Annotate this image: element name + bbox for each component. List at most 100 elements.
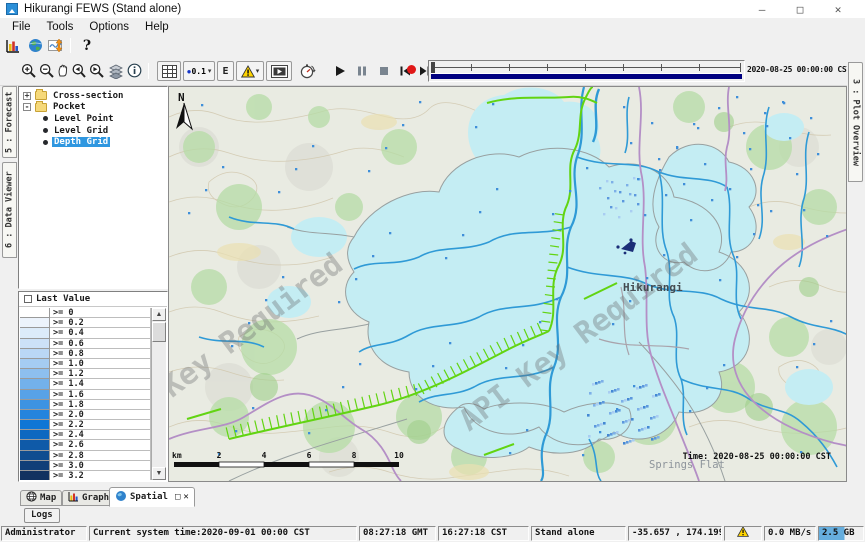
bar-chart-icon <box>68 491 79 505</box>
status-user: Administrator <box>1 526 87 541</box>
record-button[interactable] <box>404 62 418 77</box>
menu-tools[interactable]: Tools <box>39 20 82 34</box>
legend-color-swatch <box>20 328 50 338</box>
legend-color-swatch <box>20 379 50 389</box>
legend-label: >= 1.6 <box>50 390 151 400</box>
legend-color-swatch <box>20 308 50 318</box>
status-transfer-rate: 0.0 MB/s <box>764 526 816 541</box>
app-window: Hikurangi FEWS (Stand alone) — □ ✕ File … <box>0 0 865 542</box>
expand-icon[interactable]: + <box>23 92 31 100</box>
last-value-checkbox[interactable] <box>24 295 32 303</box>
scroll-thumb[interactable] <box>152 322 166 342</box>
selected-tree-label: Depth Grid <box>52 137 110 147</box>
tab-close-icon[interactable]: ✕ <box>183 492 188 502</box>
close-button[interactable]: ✕ <box>819 0 857 18</box>
animation-movie-button[interactable] <box>266 61 292 81</box>
layers-icon[interactable] <box>107 62 124 79</box>
scroll-down-icon[interactable]: ▼ <box>152 467 166 480</box>
warning-dropdown[interactable]: ▾ <box>236 61 264 81</box>
timeline-tick <box>471 64 472 71</box>
svg-text:km: km <box>172 451 182 460</box>
menu-file[interactable]: File <box>4 20 39 34</box>
legend-row: >= 2.0 <box>20 410 151 420</box>
zoom-out-icon[interactable] <box>38 62 55 79</box>
tree-item-level-point[interactable]: Level Point <box>19 113 167 125</box>
legend-color-swatch <box>20 318 50 328</box>
collapse-icon[interactable]: - <box>23 103 31 111</box>
right-tab-strip: 3 : Plot Overview <box>847 56 865 482</box>
legend-scrollbar[interactable]: ▲ ▼ <box>151 308 166 480</box>
legend-label: >= 3.2 <box>50 471 151 480</box>
scroll-up-icon[interactable]: ▲ <box>152 308 166 321</box>
legend-color-swatch <box>20 440 50 450</box>
legend-color-swatch <box>20 461 50 471</box>
map-canvas[interactable]: API Key Required API Key Required Hikura… <box>169 87 847 481</box>
timeline-tick <box>509 64 510 71</box>
menu-options[interactable]: Options <box>81 20 137 34</box>
tab-forecast[interactable]: 5 : Forecast <box>2 86 17 158</box>
legend-row: >= 2.4 <box>20 430 151 440</box>
menu-bar: File Tools Options Help <box>0 18 865 35</box>
tree-item-pocket[interactable]: - Pocket <box>19 102 167 114</box>
legend-color-swatch <box>20 339 50 349</box>
bottom-tab-bar: Map Graph Spatial □ ✕ <box>0 482 865 508</box>
legend-label: >= 1.0 <box>50 359 151 369</box>
legend-color-swatch <box>20 349 50 359</box>
maximize-button[interactable]: □ <box>781 0 819 18</box>
legend-header: Last Value <box>19 292 167 307</box>
legend-color-swatch <box>20 471 50 480</box>
zoom-previous-icon[interactable] <box>70 62 87 79</box>
tab-plot-overview[interactable]: 3 : Plot Overview <box>848 62 863 182</box>
timeline-tick <box>661 64 662 71</box>
svg-text:6: 6 <box>307 451 312 460</box>
minimize-button[interactable]: — <box>743 0 781 18</box>
tab-spatial[interactable]: Spatial □ ✕ <box>109 487 195 507</box>
status-warning[interactable] <box>724 526 762 541</box>
window-title: Hikurangi FEWS (Stand alone) <box>24 3 181 15</box>
tree-item-depth-grid[interactable]: Depth Grid <box>19 136 167 148</box>
legend-row: >= 0.6 <box>20 339 151 349</box>
timeseries-import-icon[interactable] <box>47 37 65 54</box>
tab-map[interactable]: Map <box>20 490 62 506</box>
status-system-time: Current system time:2020-09-01 00:00 CST <box>89 526 357 541</box>
timeline-date: 2020-08-25 00:00:00 CST <box>747 65 847 74</box>
globe-icon[interactable] <box>27 37 44 54</box>
legend-label: >= 0.2 <box>50 318 151 328</box>
zoom-in-icon[interactable] <box>20 62 37 79</box>
stop-button[interactable] <box>376 63 391 78</box>
timeline-slider[interactable] <box>428 60 745 82</box>
info-icon[interactable] <box>126 62 143 79</box>
legend-row: >= 2.8 <box>20 451 151 461</box>
pan-hand-icon[interactable] <box>55 62 70 79</box>
help-button[interactable]: ? <box>79 37 95 54</box>
set-time-gauge-icon[interactable] <box>298 62 317 80</box>
database-chart-icon[interactable] <box>4 37 21 54</box>
folder-icon <box>35 103 47 112</box>
menu-help[interactable]: Help <box>137 20 177 34</box>
play-button[interactable] <box>332 63 347 78</box>
logs-button[interactable]: Logs <box>24 508 60 523</box>
timeline-tick <box>547 64 548 71</box>
town-label: Hikurangi <box>623 281 683 294</box>
tree-item-cross-section[interactable]: + Cross-section <box>19 90 167 102</box>
tab-graph[interactable]: Graph <box>62 490 115 506</box>
legend-color-swatch <box>20 359 50 369</box>
legend-row: >= 0.2 <box>20 318 151 328</box>
elevation-button[interactable]: E <box>217 61 234 81</box>
tab-data-viewer[interactable]: 6 : Data Viewer <box>2 162 17 258</box>
legend-label: >= 1.4 <box>50 379 151 389</box>
grid-display-button[interactable] <box>157 61 181 81</box>
leaf-bullet-icon <box>43 128 48 133</box>
legend-label: >= 2.8 <box>50 451 151 461</box>
map-viewport[interactable]: API Key Required API Key Required Hikura… <box>168 86 847 482</box>
pause-button[interactable] <box>354 63 369 78</box>
tree-item-level-grid[interactable]: Level Grid <box>19 125 167 137</box>
left-tab-strip: 5 : Forecast 6 : Data Viewer <box>0 86 18 482</box>
svg-text:8: 8 <box>352 451 357 460</box>
tab-restore-icon[interactable]: □ <box>175 492 180 502</box>
legend-row: >= 3.2 <box>20 471 151 480</box>
zoom-next-icon[interactable] <box>88 62 105 79</box>
interval-dropdown[interactable]: ●0.1▾ <box>183 61 215 81</box>
timeline-thumb[interactable] <box>431 62 435 73</box>
legend-row: >= 0.4 <box>20 328 151 338</box>
